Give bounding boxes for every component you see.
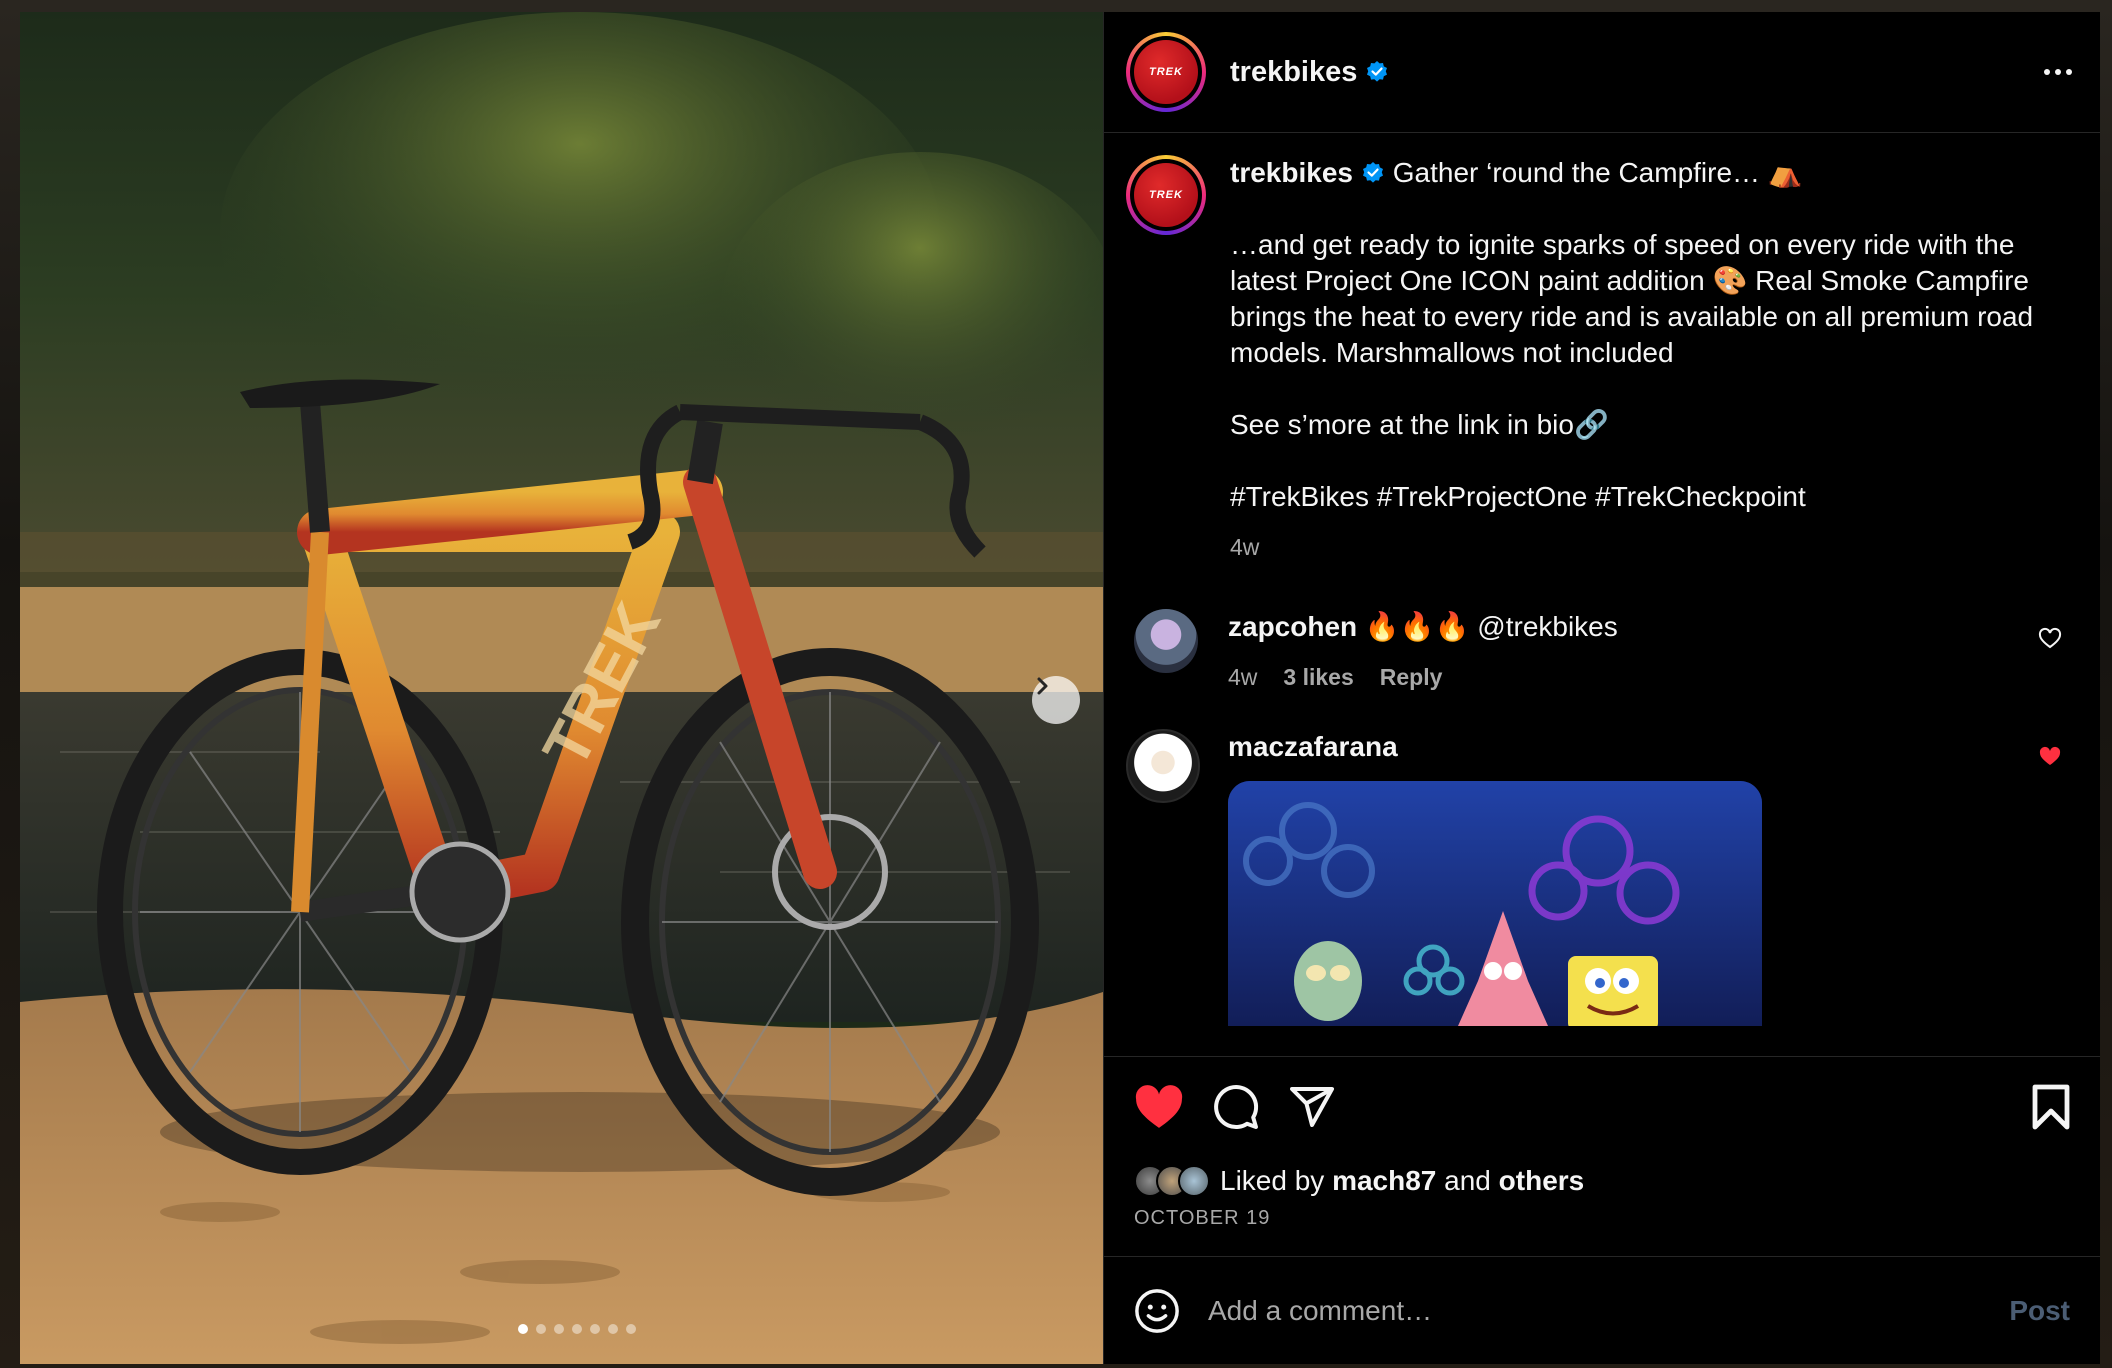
verified-badge-icon [1367, 60, 1388, 82]
caption-timestamp[interactable]: 4w [1230, 529, 2050, 565]
heart-filled-icon[interactable] [2038, 745, 2062, 769]
post-caption: TREK trekbikes Gather ‘round the Campfir… [1126, 155, 2076, 565]
post-photo[interactable]: TREK [20, 12, 1103, 1364]
liked-by-summary: Liked by mach87 and others [1134, 1165, 2072, 1197]
liked-by-and: and [1444, 1165, 1491, 1196]
comment-username[interactable]: maczafarana [1228, 731, 1398, 762]
comment-text: 🔥🔥🔥 @trekbikes [1364, 611, 1618, 642]
add-comment-bar: Post [1104, 1256, 2100, 1364]
liked-by-prefix: Liked by [1220, 1165, 1325, 1196]
post-side-panel: TREK trekbikes TREK trekbikes Gather ‘ro… [1103, 12, 2100, 1364]
bike-photo-illustration: TREK [20, 12, 1103, 1364]
like-heart-icon[interactable] [1134, 1084, 1184, 1130]
more-dot [2066, 69, 2072, 75]
carousel-dot [625, 1324, 636, 1334]
add-comment-input[interactable] [1208, 1294, 2010, 1327]
trek-logo: TREK [1134, 163, 1198, 227]
comment-timestamp[interactable]: 4w [1228, 659, 1257, 695]
comment-username[interactable]: zapcohen [1228, 611, 1357, 642]
comment-gif[interactable] [1228, 781, 1762, 1026]
more-dot [2055, 69, 2061, 75]
author-avatar[interactable]: TREK [1126, 32, 1206, 112]
author-username[interactable]: trekbikes [1230, 56, 1389, 89]
carousel-next-button[interactable] [1032, 676, 1080, 724]
carousel-indicator [50, 1324, 1103, 1334]
post-date[interactable]: OCTOBER 19 [1134, 1207, 2072, 1230]
caption-hashtags[interactable]: #TrekBikes #TrekProjectOne #TrekCheckpoi… [1230, 479, 2050, 515]
comment-bubble-icon[interactable] [1212, 1083, 1260, 1131]
more-options-button[interactable] [2044, 69, 2072, 75]
caption-first-line: trekbikes Gather ‘round the Campfire… ⛺ [1230, 155, 2050, 191]
comment-item: zapcohen 🔥🔥🔥 @trekbikes 4w 3 likes Reply [1126, 609, 2076, 695]
save-bookmark-icon[interactable] [2030, 1083, 2072, 1131]
carousel-dot [589, 1324, 600, 1334]
chevron-right-icon [1037, 677, 1048, 695]
comment-item: maczafarana [1126, 729, 2076, 1026]
emoji-smiley-icon[interactable] [1134, 1288, 1180, 1334]
caption-body-text: …and get ready to ignite sparks of speed… [1230, 229, 2041, 368]
post-modal: TREK TREK trekbikes TREK trekbikes Gathe… [20, 12, 2100, 1364]
commenter-avatar[interactable] [1126, 729, 1200, 803]
verified-badge-icon [1362, 162, 1383, 183]
more-dot [2044, 69, 2050, 75]
liked-by-user[interactable]: mach87 [1332, 1165, 1436, 1197]
liked-by-others-link[interactable]: others [1499, 1165, 1585, 1197]
comment-likes-count[interactable]: 3 likes [1283, 659, 1353, 695]
post-comment-button[interactable]: Post [2009, 1295, 2070, 1327]
carousel-dot [535, 1324, 546, 1334]
carousel-dot [571, 1324, 582, 1334]
caption-link-text: See s’more at the link in bio🔗 [1230, 409, 1609, 440]
heart-outline-icon[interactable] [2038, 627, 2062, 651]
liker-avatars[interactable] [1134, 1165, 1210, 1197]
comment-reply-button[interactable]: Reply [1380, 659, 1443, 695]
post-actions: Liked by mach87 and others OCTOBER 19 [1104, 1056, 2100, 1256]
post-header: TREK trekbikes [1104, 12, 2100, 133]
caption-avatar[interactable]: TREK [1126, 155, 1206, 235]
comments-section[interactable]: TREK trekbikes Gather ‘round the Campfir… [1104, 133, 2100, 1056]
caption-username[interactable]: trekbikes [1230, 157, 1353, 188]
liker-avatar [1178, 1165, 1210, 1197]
trek-logo: TREK [1134, 40, 1198, 104]
spongebob-gif-illustration [1228, 781, 1762, 1026]
carousel-dot [553, 1324, 564, 1334]
caption-title: Gather ‘round the Campfire… ⛺ [1392, 157, 1803, 188]
author-username-text[interactable]: trekbikes [1230, 56, 1357, 88]
commenter-avatar[interactable] [1134, 609, 1198, 673]
carousel-dot [607, 1324, 618, 1334]
share-send-icon[interactable] [1288, 1083, 1336, 1131]
carousel-dot [517, 1324, 528, 1334]
